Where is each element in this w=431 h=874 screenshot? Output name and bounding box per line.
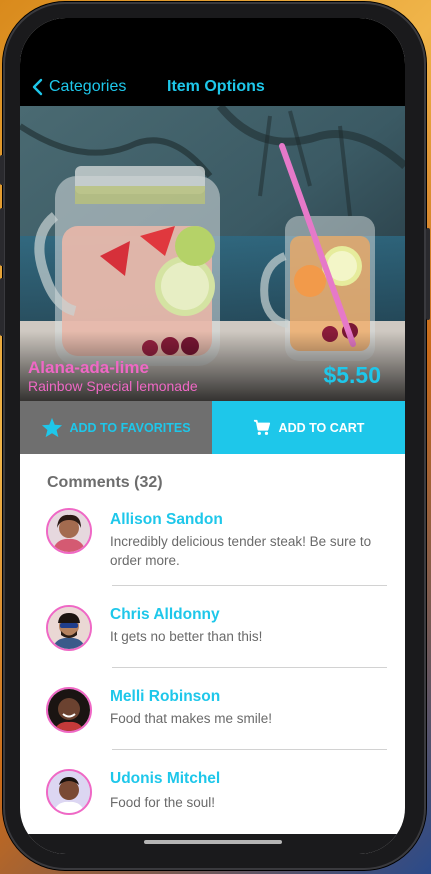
notch bbox=[138, 18, 288, 48]
action-buttons: ADD TO FAVORITES ADD TO CART bbox=[20, 401, 405, 454]
comment-text: It gets no better than this! bbox=[110, 629, 263, 644]
add-to-favorites-button[interactable]: ADD TO FAVORITES bbox=[20, 401, 212, 454]
back-button[interactable]: Categories bbox=[32, 76, 126, 98]
navigation-bar: Categories Item Options bbox=[20, 68, 405, 106]
add-to-cart-button[interactable]: ADD TO CART bbox=[212, 401, 405, 454]
chevron-left-icon bbox=[32, 78, 43, 96]
phone-volume-down bbox=[0, 278, 4, 336]
comment-text: Incredibly delicious tender steak! Be su… bbox=[110, 534, 372, 568]
add-to-cart-label: ADD TO CART bbox=[278, 420, 365, 435]
app-screen: Categories Item Options Alana-ada-lime R… bbox=[20, 18, 405, 854]
back-button-label: Categories bbox=[49, 78, 127, 95]
comments-title: Comments (32) bbox=[47, 474, 163, 491]
avatar bbox=[46, 508, 92, 554]
item-name: Alana-ada-lime bbox=[28, 358, 149, 377]
add-to-favorites-label: ADD TO FAVORITES bbox=[69, 420, 191, 435]
comment-author: Chris Alldonny bbox=[110, 606, 220, 623]
avatar bbox=[46, 605, 92, 651]
home-indicator[interactable] bbox=[144, 840, 282, 844]
home-bar-area bbox=[20, 834, 405, 854]
comment-author: Allison Sandon bbox=[110, 511, 223, 528]
divider bbox=[112, 667, 387, 668]
phone-power-button bbox=[426, 228, 430, 320]
item-photo: Alana-ada-lime Rainbow Special lemonade … bbox=[20, 106, 405, 401]
phone-side-button bbox=[0, 155, 4, 185]
divider bbox=[112, 585, 387, 586]
item-price: $5.50 bbox=[323, 362, 381, 388]
comment-text: Food for the soul! bbox=[110, 795, 216, 810]
cart-icon bbox=[253, 419, 270, 435]
comment-author: Udonis Mitchel bbox=[110, 770, 221, 787]
phone-volume-up bbox=[0, 208, 4, 266]
item-subtitle: Rainbow Special lemonade bbox=[28, 378, 198, 394]
avatar bbox=[46, 769, 92, 815]
comment-author: Melli Robinson bbox=[110, 688, 221, 705]
page-title: Item Options bbox=[167, 78, 265, 95]
avatar bbox=[46, 687, 92, 733]
divider bbox=[112, 749, 387, 750]
comment-text: Food that makes me smile! bbox=[110, 711, 273, 726]
star-icon bbox=[42, 417, 63, 438]
